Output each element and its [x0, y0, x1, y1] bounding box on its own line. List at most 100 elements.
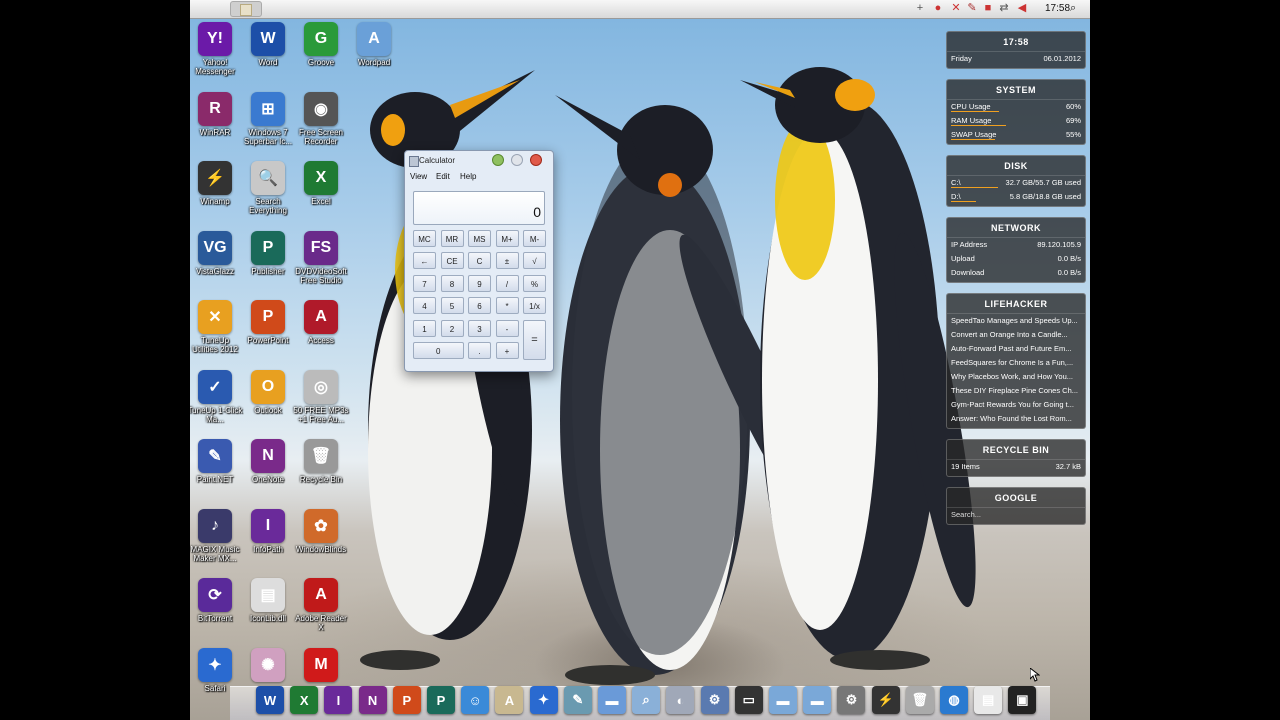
lifehacker-news-item[interactable]: Why Placebos Work, and How You...	[947, 370, 1085, 384]
trash-dock-icon[interactable]: 🗑	[905, 686, 934, 714]
calc-digit-1-button[interactable]: 1	[413, 320, 436, 337]
desktop-icon[interactable]: ✎ Paint.NET	[190, 439, 243, 484]
desktop-icon[interactable]: P PowerPoint	[240, 300, 296, 345]
maximize-button[interactable]	[492, 154, 504, 166]
lifehacker-news-item[interactable]: FeedSquares for Chrome Is a Fun,...	[947, 356, 1085, 370]
desktop-icon[interactable]: ♪ MAGIX Music Maker MX...	[190, 508, 243, 563]
calculator-window[interactable]: Calculator View Edit Help 0 MC MR MS M+ M- ← C…	[404, 150, 554, 372]
infopath-dock-icon[interactable]: I	[324, 686, 353, 714]
menu-edit[interactable]: Edit	[436, 172, 450, 181]
calc-ms-button[interactable]: MS	[468, 230, 491, 247]
winamp-dock-icon[interactable]: ⚡	[871, 686, 900, 714]
lifehacker-news-item[interactable]: Answer: Who Found the Lost Rom...	[947, 412, 1085, 426]
desktop-icon[interactable]: ⚡ Winamp	[190, 161, 243, 206]
calc-m-plus-button[interactable]: M+	[495, 230, 519, 247]
desktop-icon[interactable]: W Word	[240, 22, 296, 67]
desktop-icon[interactable]: ✓ TuneUp 1-Click Ma...	[190, 369, 243, 424]
desktop-icon[interactable]: I InfoPath	[240, 508, 296, 554]
desktop-icon[interactable]: ◉ Free Screen Recorder	[293, 91, 349, 146]
calc-ce-button[interactable]: CE	[440, 252, 464, 269]
folder3-dock-icon[interactable]: ▬	[803, 686, 832, 714]
calc-digit-5-button[interactable]: 5	[440, 297, 464, 314]
calc-divide-button[interactable]: /	[495, 275, 519, 292]
menu-clock[interactable]: 17:58	[1045, 3, 1070, 14]
calc-percent-button[interactable]: %	[523, 275, 546, 292]
calc-digit-7-button[interactable]: 7	[413, 275, 436, 292]
desktop-icon[interactable]: X Excel	[293, 161, 349, 206]
excel-dock-icon[interactable]: X	[290, 686, 319, 714]
calc-m-minus-button[interactable]: M-	[523, 230, 546, 247]
desktop-icon[interactable]: N OneNote	[240, 439, 296, 484]
desktop-icon[interactable]: ⊞ Windows 7 Superbar Ic...	[240, 91, 296, 146]
powerpoint-dock-icon[interactable]: P	[392, 686, 421, 714]
volume-icon[interactable]: ◀	[1016, 2, 1028, 14]
close-button[interactable]	[530, 154, 542, 166]
calc-digit-0-button[interactable]: 0	[413, 342, 464, 359]
active-app-icon[interactable]	[230, 1, 262, 17]
calc-multiply-button[interactable]: *	[495, 297, 519, 314]
search-dock-icon[interactable]: ⌕	[632, 686, 661, 714]
desktop-icon[interactable]: M	[293, 647, 349, 684]
settings-dock-icon[interactable]: ⚙	[700, 686, 729, 714]
onenote-dock-icon[interactable]: N	[358, 686, 387, 714]
textedit-dock-icon[interactable]: A	[495, 686, 524, 714]
desktop-icon[interactable]: A Access	[293, 300, 349, 345]
minimize-button[interactable]	[511, 154, 523, 166]
desktop-icon[interactable]: 🗑 Recycle Bin	[293, 439, 349, 484]
publisher-dock-icon[interactable]: P	[427, 686, 455, 714]
desktop-icon[interactable]: A Wordpad	[346, 22, 402, 67]
desktop-icon[interactable]: P Publisher	[240, 230, 296, 276]
google-search-input[interactable]: Search...	[951, 508, 981, 522]
desktop-icon[interactable]: ✕ TuneUp Utilities 2012	[190, 300, 243, 354]
globe-dock-icon[interactable]: ◍	[940, 686, 968, 714]
desktop-icon[interactable]: FS DVDVideoSoft Free Studio	[293, 230, 349, 285]
terminal-dock-icon[interactable]: ▭	[734, 686, 763, 714]
desktop-icon[interactable]: A Adobe Reader X	[293, 578, 349, 632]
calc-clear-button[interactable]: C	[468, 252, 491, 269]
desktop-icon[interactable]: ✿ WindowBlinds	[293, 508, 349, 554]
system-prefs-dock-icon[interactable]: ⚙	[837, 686, 866, 714]
tray-app-icon[interactable]: ●	[932, 2, 944, 14]
lifehacker-news-item[interactable]: Convert an Orange Into a Candle...	[947, 328, 1085, 342]
network-arrows-icon[interactable]: ⇄	[998, 2, 1010, 14]
brush-dock-icon[interactable]: ✎	[563, 686, 592, 714]
calc-reciprocal-button[interactable]: 1/x	[523, 297, 546, 314]
menu-help[interactable]: Help	[460, 172, 476, 181]
folder-dock-icon[interactable]: ▬	[598, 686, 626, 714]
desktop-icon[interactable]: ⟳ BitTorrent	[190, 578, 243, 623]
calc-subtract-button[interactable]: -	[495, 320, 519, 337]
calc-digit-4-button[interactable]: 4	[413, 297, 436, 314]
calc-digit-2-button[interactable]: 2	[440, 320, 464, 337]
calc-decimal-button[interactable]: .	[468, 342, 491, 359]
menu-view[interactable]: View	[410, 172, 427, 181]
tray-shield-icon[interactable]: ■	[982, 2, 994, 14]
desktop-icon[interactable]: ◎ 50 FREE MP3s +1 Free Au...	[293, 369, 349, 424]
calc-digit-6-button[interactable]: 6	[468, 297, 491, 314]
lifehacker-news-item[interactable]: SpeedTao Manages and Speeds Up...	[947, 314, 1085, 328]
network-dock-icon[interactable]: ◐	[666, 686, 695, 714]
calc-digit-9-button[interactable]: 9	[468, 275, 491, 292]
desktop-icon[interactable]: ▤ IconLib.dll	[240, 578, 296, 623]
screen-dock-icon[interactable]: ▣	[1008, 686, 1037, 714]
desktop-icon[interactable]: O Outlook	[240, 369, 296, 415]
tuneup-tray-icon[interactable]: ✕	[950, 2, 962, 14]
add-icon[interactable]: +	[914, 2, 926, 14]
lifehacker-news-item[interactable]: Gym-Pact Rewards You for Going t...	[947, 398, 1085, 412]
calc-mr-button[interactable]: MR	[440, 230, 464, 247]
desktop-icon[interactable]: VG VistaGlazz	[190, 230, 243, 276]
safari-dock-icon[interactable]: ✦	[529, 686, 558, 714]
calc-backspace-button[interactable]: ←	[413, 252, 436, 269]
lifehacker-news-item[interactable]: Auto-Forward Past and Future Em...	[947, 342, 1085, 356]
folder2-dock-icon[interactable]: ▬	[769, 686, 797, 714]
word-dock-icon[interactable]: W	[256, 686, 284, 714]
spotlight-search-icon[interactable]: ⌕	[1070, 2, 1076, 15]
tray-tool-icon[interactable]: ✎	[966, 2, 978, 14]
calc-negate-button[interactable]: ±	[495, 252, 519, 269]
calc-equals-button[interactable]: =	[523, 320, 546, 360]
desktop-icon[interactable]: G Groove	[293, 22, 349, 67]
document-dock-icon[interactable]: ▤	[974, 686, 1003, 714]
calc-digit-3-button[interactable]: 3	[468, 320, 491, 337]
finder-dock-icon[interactable]: ☺	[461, 686, 490, 714]
lifehacker-news-item[interactable]: These DIY Fireplace Pine Cones Ch...	[947, 384, 1085, 398]
desktop-icon[interactable]: R WinRAR	[190, 91, 243, 137]
